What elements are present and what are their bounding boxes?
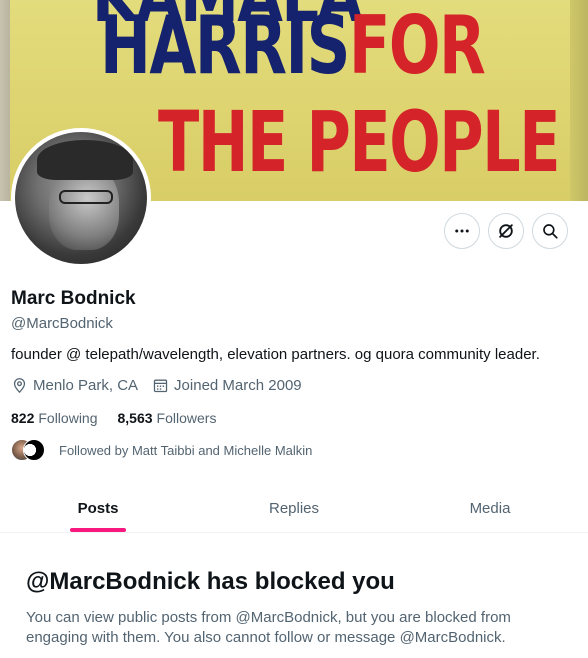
tab-posts[interactable]: Posts — [0, 484, 196, 532]
location-item: Menlo Park, CA — [11, 377, 138, 394]
followers-you-know[interactable]: Followed by Matt Taibbi and Michelle Mal… — [11, 439, 312, 461]
grok-button[interactable] — [488, 213, 524, 249]
calendar-icon — [153, 379, 168, 393]
banner-text-line3: THE PEOPLE — [158, 93, 561, 191]
following-label: Following — [38, 410, 98, 426]
banner-text-harris: HARRIS — [100, 0, 350, 92]
profile-meta: Menlo Park, CA Joined March 2009 — [11, 377, 316, 394]
avatar-hat — [37, 140, 133, 180]
active-tab-indicator — [70, 528, 126, 532]
profile-handle: @MarcBodnick — [11, 315, 113, 332]
profile-tabs: Posts Replies Media — [0, 484, 588, 533]
follow-stats: 822 Following 8,563 Followers — [11, 410, 236, 426]
followers-label: Followers — [156, 410, 217, 426]
tab-label: Media — [469, 499, 511, 517]
search-profile-button[interactable] — [532, 213, 568, 249]
banner-right-edge — [570, 0, 588, 201]
followers-link[interactable]: 8,563 Followers — [118, 410, 217, 426]
follower-avatar — [23, 439, 45, 461]
following-link[interactable]: 822 Following — [11, 410, 98, 426]
tab-replies[interactable]: Replies — [196, 484, 392, 532]
tab-media[interactable]: Media — [392, 484, 588, 532]
profile-name: Marc Bodnick — [11, 288, 136, 309]
followers-count: 8,563 — [117, 410, 153, 426]
profile-avatar[interactable] — [11, 128, 151, 268]
avatar-glasses — [59, 190, 113, 204]
banner-text-for: FOR — [348, 0, 486, 92]
tab-label: Replies — [268, 499, 320, 517]
blocked-title: @MarcBodnick has blocked you — [26, 568, 395, 595]
more-horizontal-icon — [455, 229, 469, 233]
joined-text: Joined March 2009 — [174, 377, 302, 394]
blocked-description: You can view public posts from @MarcBodn… — [26, 609, 511, 646]
more-options-button[interactable] — [444, 213, 480, 249]
search-icon — [543, 224, 558, 239]
banner-left-edge — [0, 0, 10, 201]
grok-icon — [499, 224, 513, 238]
following-count: 822 — [11, 410, 35, 426]
location-pin-icon — [13, 378, 26, 394]
tab-label: Posts — [77, 499, 119, 517]
followed-by-text: Followed by Matt Taibbi and Michelle Mal… — [59, 442, 313, 458]
banner-text-line2: HARRISFOR — [100, 6, 486, 86]
profile-bio: founder @ telepath/wavelength, elevation… — [11, 346, 540, 363]
joined-item: Joined March 2009 — [152, 377, 302, 394]
location-text: Menlo Park, CA — [33, 377, 139, 394]
